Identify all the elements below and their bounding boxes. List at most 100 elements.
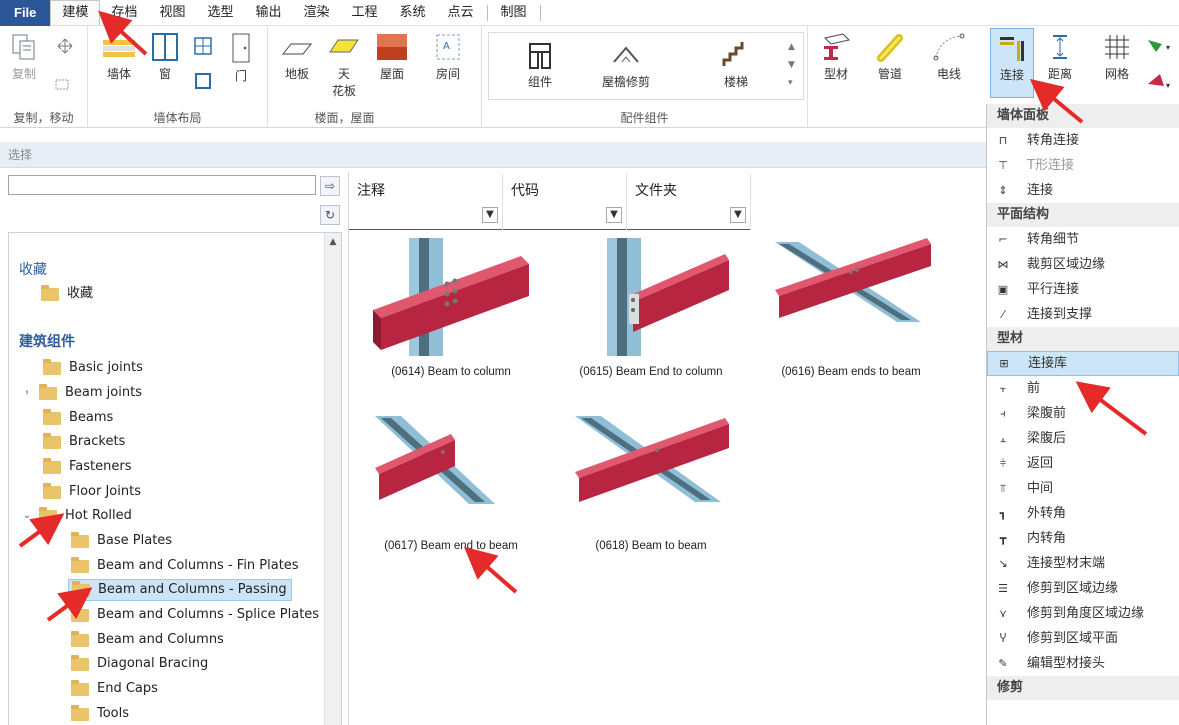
tab-system[interactable]: 系统 (389, 0, 437, 26)
menu-item-label: 平行连接 (1027, 282, 1080, 297)
door-button[interactable]: 门 (226, 32, 256, 84)
wall-button[interactable]: 墙体 (98, 32, 140, 82)
connect-label: 连接 (999, 68, 1024, 82)
column-header-code[interactable]: 代码 ▼ (503, 174, 627, 230)
roof-button[interactable]: 屋面 (370, 32, 414, 82)
search-input[interactable] (8, 175, 316, 195)
scroll-up-icon[interactable]: ▲ (325, 237, 341, 247)
tree-item[interactable]: › Beam joints (21, 382, 142, 404)
ceiling-button[interactable]: 天 花板 (324, 32, 364, 99)
menu-item-connect-profile-end[interactable]: ↘ 连接型材末端 (987, 551, 1179, 576)
connection-tile[interactable]: (0616) Beam ends to beam (771, 238, 931, 378)
tree-item[interactable]: Basic joints (43, 357, 143, 379)
wire-button[interactable]: 电线 (924, 32, 974, 82)
tree-item[interactable]: End Caps (71, 678, 158, 700)
menu-item-middle[interactable]: ⫪ 中间 (987, 476, 1179, 501)
tree-item[interactable]: Diagonal Bracing (71, 653, 208, 675)
file-menu[interactable]: File (0, 0, 51, 26)
stairs-button[interactable]: 楼梯 (706, 40, 766, 90)
tree-item[interactable]: Floor Joints (43, 481, 141, 503)
tree-item[interactable]: ⌄ Hot Rolled (21, 505, 132, 527)
connection-tile[interactable]: (0615) Beam End to column (571, 238, 731, 378)
chevron-down-icon[interactable]: ⌄ (21, 505, 33, 527)
tab-project[interactable]: 工程 (341, 0, 389, 26)
menu-item-trim-to-angle-edge[interactable]: ⋎ 修剪到角度区域边缘 (987, 601, 1179, 626)
menu-item-trim-to-plane[interactable]: Ⴤ 修剪到区域平面 (987, 626, 1179, 651)
component-button[interactable]: 组件 (512, 40, 568, 90)
folder-icon (43, 358, 61, 375)
menu-item-edit-profile-joint[interactable]: ✎ 编辑型材接头 (987, 651, 1179, 676)
tab-modeling[interactable]: 建模 (50, 0, 101, 25)
menu-item-parallel-connect[interactable]: ▣ 平行连接 (987, 277, 1179, 302)
menu-item-web-front[interactable]: ⫞ 梁腹前 (987, 401, 1179, 426)
menu-item-label: 梁腹前 (1027, 406, 1067, 421)
distance-button[interactable]: 距离 (1038, 32, 1082, 82)
column-header-folder[interactable]: 文件夹 ▼ (627, 174, 751, 230)
tab-selection[interactable]: 选型 (196, 0, 244, 26)
connection-tile[interactable]: (0618) Beam to beam (571, 412, 731, 552)
window-button[interactable]: 窗 (148, 32, 182, 82)
tree-item[interactable]: Fasteners (43, 456, 131, 478)
pipe-button[interactable]: 管道 (868, 32, 912, 82)
menu-item-front[interactable]: ⫟ 前 (987, 376, 1179, 401)
folder-open-icon (39, 506, 57, 523)
extra-tools-icons[interactable]: ▾ ▾ (1144, 36, 1176, 94)
menu-item-return[interactable]: ⫩ 返回 (987, 451, 1179, 476)
eave-trim-button[interactable]: 屋檐修剪 (586, 40, 666, 90)
tree-item[interactable]: Base Plates (71, 530, 172, 552)
column-underline (349, 229, 502, 230)
filter-icon[interactable]: ▼ (482, 207, 498, 223)
menu-item-outer-corner[interactable]: ┓ 外转角 (987, 501, 1179, 526)
search-go-icon[interactable]: ⇨ (320, 176, 340, 196)
room-button[interactable]: A 房间 (426, 32, 470, 82)
gallery-scroll-icon[interactable]: ▲ ▼ ▾ (788, 38, 795, 92)
filter-icon[interactable]: ▼ (730, 207, 746, 223)
menu-item-web-back[interactable]: ⫠ 梁腹后 (987, 426, 1179, 451)
tree-scrollbar[interactable]: ▲ (324, 233, 341, 725)
connect-button[interactable]: 连接 (990, 28, 1034, 98)
connection-tile[interactable]: (0617) Beam end to beam (371, 412, 531, 552)
menu-item-corner-connect[interactable]: ⊓ 转角连接 (987, 128, 1179, 153)
tab-point-cloud[interactable]: 点云 (437, 0, 485, 26)
column-header-comment[interactable]: 注释 ▼ (349, 174, 503, 230)
floor-button[interactable]: 地板 (278, 32, 316, 82)
chevron-right-icon[interactable]: › (21, 382, 33, 404)
menu-item-trim-edge[interactable]: ⋈ 裁剪区域边缘 (987, 252, 1179, 277)
window-type-icons[interactable] (191, 34, 215, 92)
folder-icon (71, 531, 89, 548)
profile-button[interactable]: 型材 (812, 32, 860, 82)
tree-item[interactable]: Beam and Columns - Fin Plates (71, 555, 299, 577)
move-icon[interactable] (50, 36, 80, 98)
tree-item[interactable]: Tools (71, 703, 129, 725)
tab-render[interactable]: 渲染 (292, 0, 340, 26)
tree-item-label: Diagonal Bracing (97, 656, 209, 671)
grid-button[interactable]: 网格 (1096, 32, 1138, 82)
menu-item-trim-to-edge[interactable]: ☰ 修剪到区域边缘 (987, 576, 1179, 601)
filter-icon[interactable]: ▼ (606, 207, 622, 223)
tab-output[interactable]: 输出 (244, 0, 292, 26)
tree-item[interactable]: Beams (43, 407, 113, 429)
tree-item[interactable]: Beam and Columns - Splice Plates (71, 604, 319, 626)
tab-drawing[interactable]: 制图 (490, 0, 538, 26)
tree-item[interactable]: Brackets (43, 431, 125, 453)
tree-item-selected[interactable]: Beam and Columns - Passing (68, 579, 292, 601)
web-back-icon: ⫠ (999, 431, 1007, 445)
trim-edge-icon: ⋈ (997, 257, 1009, 271)
tab-view[interactable]: 视图 (148, 0, 196, 26)
menu-item-corner-detail[interactable]: ⌐ 转角细节 (987, 227, 1179, 252)
menu-item-connect-support[interactable]: ⁄ 连接到支撑 (987, 302, 1179, 327)
menu-item-inner-corner[interactable]: ┳ 内转角 (987, 526, 1179, 551)
tab-archive[interactable]: 存档 (100, 0, 148, 26)
eave-trim-icon (613, 46, 639, 63)
beam-end-to-beam-thumbnail (375, 416, 495, 504)
tree-item-favorites[interactable]: 收藏 (41, 283, 93, 305)
menu-item-label: 修剪到区域平面 (1027, 631, 1119, 646)
library-tree: 收藏 收藏 建筑组件 Basic joints › Beam joints Bea… (8, 232, 342, 725)
copy-button[interactable]: 复制 (4, 32, 44, 82)
refresh-icon[interactable]: ↻ (320, 205, 340, 225)
menu-item-connection-library[interactable]: ⊞ 连接库 (987, 351, 1179, 376)
menu-item-connect[interactable]: ⇕ 连接 (987, 178, 1179, 203)
menu-item-label: 前 (1027, 381, 1041, 396)
connection-tile[interactable]: (0614) Beam to column (371, 238, 531, 378)
tree-item[interactable]: Beam and Columns (71, 629, 224, 651)
